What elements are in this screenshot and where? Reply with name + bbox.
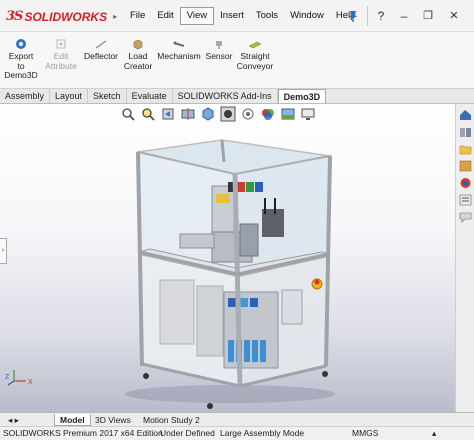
machine-assembly-model[interactable] bbox=[0, 104, 455, 412]
custom-properties-icon[interactable] bbox=[459, 194, 472, 206]
forum-icon[interactable] bbox=[459, 211, 472, 223]
status-bar: SOLIDWORKS Premium 2017 x64 Edition Unde… bbox=[0, 426, 474, 440]
solidworks-logo[interactable]: 3S SOLIDWORKS ▸ bbox=[6, 9, 117, 24]
export-to-demo3d-button[interactable]: Export to Demo3D bbox=[4, 38, 38, 81]
view-triad-icon: X Z bbox=[5, 370, 33, 386]
help-button[interactable]: ? bbox=[374, 7, 388, 25]
straight-conveyor-button[interactable]: Straight Conveyor bbox=[236, 38, 274, 71]
tab-demo3d[interactable]: Demo3D bbox=[277, 89, 327, 103]
tab-model[interactable]: Model bbox=[54, 414, 91, 426]
view-palette-icon[interactable] bbox=[459, 160, 472, 172]
graphics-area[interactable]: › X Z bbox=[0, 104, 455, 412]
model-view-tabs: ◂ ▸ Model 3D Views Motion Study 2 bbox=[0, 412, 474, 426]
tab-solidworks-add-ins[interactable]: SOLIDWORKS Add-Ins bbox=[173, 89, 278, 103]
deflector-button[interactable]: Deflector bbox=[82, 38, 120, 62]
mechanism-icon bbox=[173, 41, 185, 47]
edit-attribute-label-2: Attribute bbox=[45, 60, 77, 71]
deflector-label: Deflector bbox=[83, 51, 118, 61]
menu-window[interactable]: Window bbox=[284, 7, 330, 25]
design-library-icon[interactable] bbox=[459, 126, 472, 138]
zoom-to-fit-icon[interactable] bbox=[120, 106, 136, 122]
deflector-icon bbox=[95, 40, 107, 49]
tab-motion-study-2[interactable]: Motion Study 2 bbox=[138, 414, 205, 426]
logo-text: SOLIDWORKS bbox=[24, 9, 108, 24]
tab-layout[interactable]: Layout bbox=[50, 89, 89, 103]
display-style-icon[interactable] bbox=[220, 106, 236, 122]
svg-text:Z: Z bbox=[5, 374, 10, 381]
edit-attribute-icon bbox=[56, 39, 66, 49]
mechanism-label: Mechanism bbox=[157, 51, 201, 61]
previous-view-icon[interactable] bbox=[160, 106, 176, 122]
svg-text:X: X bbox=[28, 379, 33, 386]
load-creator-icon bbox=[133, 39, 143, 50]
command-manager-tabs: Assembly Layout Sketch Evaluate SOLIDWOR… bbox=[0, 88, 474, 104]
title-bar: 3S SOLIDWORKS ▸ File Edit View Insert To… bbox=[0, 0, 474, 32]
close-button[interactable]: ✕ bbox=[446, 7, 462, 25]
hide-show-items-icon[interactable] bbox=[240, 106, 256, 122]
menu-insert[interactable]: Insert bbox=[214, 7, 250, 25]
edit-appearance-icon[interactable] bbox=[260, 106, 276, 122]
file-explorer-icon[interactable] bbox=[459, 143, 472, 155]
minimize-button[interactable]: – bbox=[396, 7, 412, 25]
zoom-to-area-icon[interactable] bbox=[140, 106, 156, 122]
task-pane bbox=[455, 104, 474, 412]
command-manager: Export to Demo3D Edit Attribute Deflecto… bbox=[0, 32, 474, 88]
sensor-label: Sensor bbox=[205, 51, 233, 61]
export-label-3: Demo3D bbox=[4, 70, 38, 80]
status-edition: SOLIDWORKS Premium 2017 x64 Edition bbox=[3, 428, 163, 438]
solidworks-resources-icon[interactable] bbox=[459, 109, 472, 121]
menu-edit[interactable]: Edit bbox=[151, 7, 179, 25]
straight-conveyor-icon bbox=[248, 41, 262, 49]
status-units[interactable]: MMGS bbox=[352, 427, 378, 440]
tab-evaluate[interactable]: Evaluate bbox=[127, 89, 173, 103]
apply-scene-icon[interactable] bbox=[280, 106, 296, 122]
sensor-icon bbox=[216, 41, 222, 49]
view-orientation-icon[interactable] bbox=[200, 106, 216, 122]
view-settings-icon[interactable] bbox=[300, 106, 316, 122]
section-view-icon[interactable] bbox=[180, 106, 196, 122]
restore-button[interactable]: ❐ bbox=[420, 7, 436, 25]
menu-view[interactable]: View bbox=[179, 7, 215, 25]
mechanism-button[interactable]: Mechanism bbox=[156, 38, 202, 62]
edit-attribute-button[interactable]: Edit Attribute bbox=[42, 38, 80, 71]
appearances-icon[interactable] bbox=[459, 177, 472, 189]
export-icon bbox=[16, 39, 26, 49]
feature-tree-flyout-toggle[interactable]: › bbox=[0, 238, 7, 264]
logo-prefix: 3S bbox=[6, 9, 23, 24]
straight-conveyor-label-2: Conveyor bbox=[236, 60, 274, 71]
tab-assembly[interactable]: Assembly bbox=[0, 89, 51, 103]
pin-icon[interactable] bbox=[346, 9, 360, 23]
sensor-button[interactable]: Sensor bbox=[204, 38, 234, 62]
status-assembly-mode: Large Assembly Mode bbox=[220, 428, 305, 438]
menu-file[interactable]: File bbox=[124, 7, 151, 25]
scroll-tabs-icon[interactable]: ◂ ▸ bbox=[3, 414, 24, 426]
tab-3d-views[interactable]: 3D Views bbox=[90, 414, 136, 426]
menu-tools[interactable]: Tools bbox=[250, 7, 284, 25]
logo-arrow-icon[interactable]: ▸ bbox=[113, 12, 117, 21]
status-definition-state: Under Defined bbox=[160, 428, 215, 438]
load-creator-button[interactable]: Load Creator bbox=[120, 38, 156, 71]
title-bar-separator bbox=[367, 6, 368, 26]
heads-up-view-toolbar bbox=[120, 104, 350, 124]
tab-sketch[interactable]: Sketch bbox=[88, 89, 127, 103]
load-creator-label-2: Creator bbox=[123, 60, 153, 71]
status-expand-icon[interactable]: ▴ bbox=[432, 427, 436, 440]
menu-bar: File Edit View Insert Tools Window Help bbox=[124, 7, 361, 25]
